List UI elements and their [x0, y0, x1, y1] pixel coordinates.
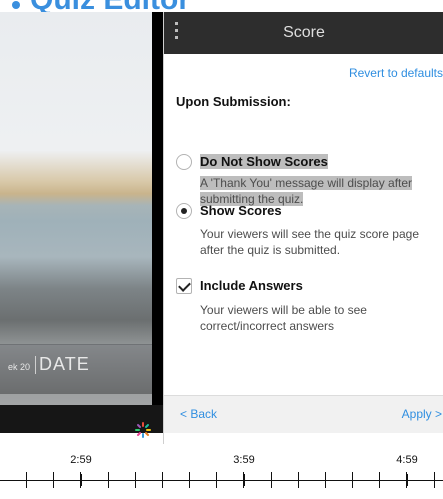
apply-button[interactable]: Apply >	[402, 407, 442, 421]
timeline-minor-tick	[53, 472, 54, 488]
revert-to-defaults-link[interactable]: Revert to defaults	[349, 66, 443, 80]
radio-show-scores[interactable]	[176, 203, 192, 219]
back-button[interactable]: < Back	[180, 407, 217, 421]
score-panel: Score Revert to defaults Upon Submission…	[163, 12, 443, 444]
option-do-not-show-scores-label: Do Not Show Scores	[200, 154, 328, 169]
section-label: Upon Submission:	[176, 94, 291, 109]
timeline-minor-tick	[379, 472, 380, 488]
panel-header: Score	[164, 12, 443, 54]
timeline-label: 2:59	[70, 454, 92, 466]
include-answers-description: Your viewers will be able to see correct…	[200, 303, 367, 333]
timeline-minor-tick	[243, 472, 244, 488]
timeline-label: 4:59	[396, 454, 418, 466]
include-answers-checkbox[interactable]	[176, 278, 192, 294]
panel-title: Score	[283, 24, 325, 41]
timeline-minor-tick	[298, 472, 299, 488]
timeline-minor-tick	[26, 472, 27, 488]
timeline-minor-tick	[352, 472, 353, 488]
video-date-overlay: ek 20 DATE	[8, 354, 90, 375]
timeline-minor-tick	[271, 472, 272, 488]
timeline-minor-tick	[135, 472, 136, 488]
video-date-prefix: ek 20	[8, 362, 31, 372]
radio-do-not-show-scores[interactable]	[176, 154, 192, 170]
video-preview[interactable]: ek 20 DATE	[0, 12, 163, 416]
timeline-minor-tick	[434, 472, 435, 488]
timeline-label: 3:59	[233, 454, 255, 466]
divider	[35, 356, 37, 375]
timeline-minor-tick	[162, 472, 163, 488]
video-date-text: DATE	[39, 354, 90, 374]
option-show-scores-label: Show Scores	[200, 203, 282, 218]
panel-footer: < Back Apply >	[164, 395, 443, 433]
include-answers-label: Include Answers	[200, 278, 303, 293]
timeline-minor-tick	[108, 472, 109, 488]
timeline-track	[0, 480, 443, 481]
loading-spinner-icon	[135, 422, 151, 438]
timeline-minor-tick	[325, 472, 326, 488]
timeline-minor-tick	[406, 472, 407, 488]
timeline-minor-tick	[80, 472, 81, 488]
bullet-icon	[12, 1, 20, 10]
option-show-scores-description: Your viewers will see the quiz score pag…	[200, 227, 420, 257]
timeline-minor-tick	[216, 472, 217, 488]
timeline-minor-tick	[189, 472, 190, 488]
timeline[interactable]: 2:59 3:59 4:59	[0, 444, 443, 499]
